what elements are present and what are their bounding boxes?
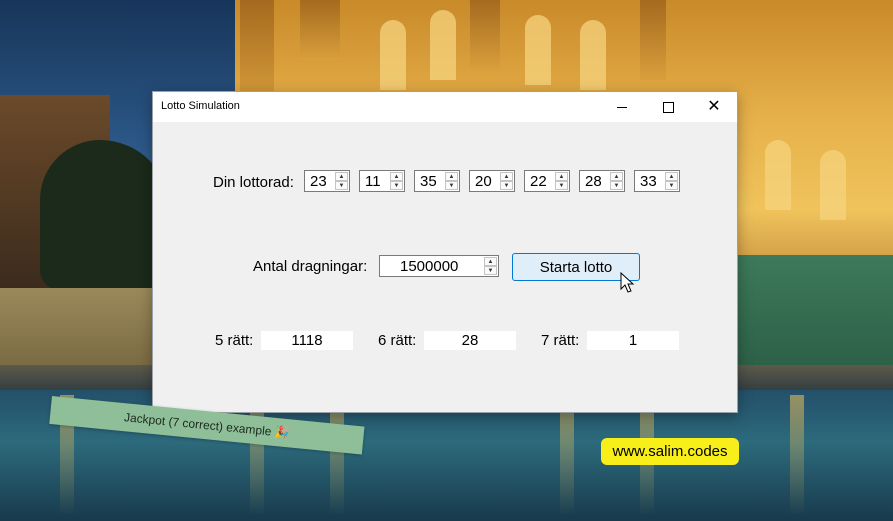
lotto-number-2[interactable]: 11 ▲ ▼ [359,170,405,192]
light-reflection [560,395,574,515]
minimize-button[interactable] [599,92,645,122]
spinner-down-button[interactable]: ▼ [610,181,623,190]
lotto-number-value: 35 [420,173,437,190]
lit-window [430,10,456,80]
lotto-number-value: 23 [310,173,327,190]
spinner-up-button[interactable]: ▲ [335,172,348,181]
spinner-down-button[interactable]: ▼ [555,181,568,190]
spinner-up-button[interactable]: ▲ [390,172,403,181]
title-bar[interactable]: Lotto Simulation ✕ [153,92,737,122]
maximize-button[interactable] [645,92,691,122]
spinner-arrows: ▲ ▼ [610,172,623,190]
lotto-number-value: 22 [530,173,547,190]
maximize-icon [662,101,674,113]
wall [0,288,160,368]
lotto-number-6[interactable]: 28 ▲ ▼ [579,170,625,192]
spinner-up-button[interactable]: ▲ [484,257,497,266]
spinner-up-button[interactable]: ▲ [555,172,568,181]
lotto-number-value: 20 [475,173,492,190]
close-button[interactable]: ✕ [691,92,737,122]
lotto-number-value: 11 [365,173,381,190]
spinner-down-button[interactable]: ▼ [335,181,348,190]
spinner-down-button[interactable]: ▼ [445,181,458,190]
spinner-up-button[interactable]: ▲ [445,172,458,181]
lottorow-label: Din lottorad: [213,174,294,191]
spinner-arrows: ▲ ▼ [484,257,497,275]
spinner-arrows: ▲ ▼ [335,172,348,190]
lotto-number-1[interactable]: 23 ▲ ▼ [304,170,350,192]
lotto-number-value: 33 [640,173,657,190]
spinner-down-button[interactable]: ▼ [390,181,403,190]
lit-window [580,20,606,90]
lit-window [765,140,791,210]
result-7-label: 7 rätt: [541,332,580,349]
spinner-down-button[interactable]: ▼ [500,181,513,190]
light-reflection [330,395,344,515]
lit-window [820,150,846,220]
lotto-number-value: 28 [585,173,602,190]
lotto-number-3[interactable]: 35 ▲ ▼ [414,170,460,192]
spire [640,0,666,80]
window-title: Lotto Simulation [161,100,240,112]
result-5-label: 5 rätt: [215,332,254,349]
tree [40,140,170,290]
draws-input[interactable]: 1500000 ▲ ▼ [379,255,499,277]
mouse-cursor-icon [620,272,635,293]
lotto-number-7[interactable]: 33 ▲ ▼ [634,170,680,192]
draws-label: Antal dragningar: [253,258,368,275]
result-5-value: 1118 [261,331,353,350]
result-6-label: 6 rätt: [378,332,417,349]
spinner-arrows: ▲ ▼ [390,172,403,190]
result-7-value: 1 [587,331,679,350]
spinner-arrows: ▲ ▼ [555,172,568,190]
website-badge: www.salim.codes [601,438,739,465]
lotto-number-5[interactable]: 22 ▲ ▼ [524,170,570,192]
minimize-icon [617,106,627,108]
spinner-up-button[interactable]: ▲ [500,172,513,181]
spire [470,0,500,70]
spinner-down-button[interactable]: ▼ [484,266,497,275]
spinner-up-button[interactable]: ▲ [610,172,623,181]
lit-window [380,20,406,90]
light-reflection [790,395,804,515]
close-icon: ✕ [707,98,721,115]
spinner-up-button[interactable]: ▲ [665,172,678,181]
spire [300,0,340,60]
spinner-down-button[interactable]: ▼ [665,181,678,190]
lotto-window: Lotto Simulation ✕ Din lottorad: 23 ▲ ▼ … [153,92,737,412]
lit-window [525,15,551,85]
draws-value: 1500000 [400,258,459,275]
result-6-value: 28 [424,331,516,350]
lotto-number-4[interactable]: 20 ▲ ▼ [469,170,515,192]
light-reflection [250,395,264,515]
spinner-arrows: ▲ ▼ [500,172,513,190]
spinner-arrows: ▲ ▼ [665,172,678,190]
spinner-arrows: ▲ ▼ [445,172,458,190]
